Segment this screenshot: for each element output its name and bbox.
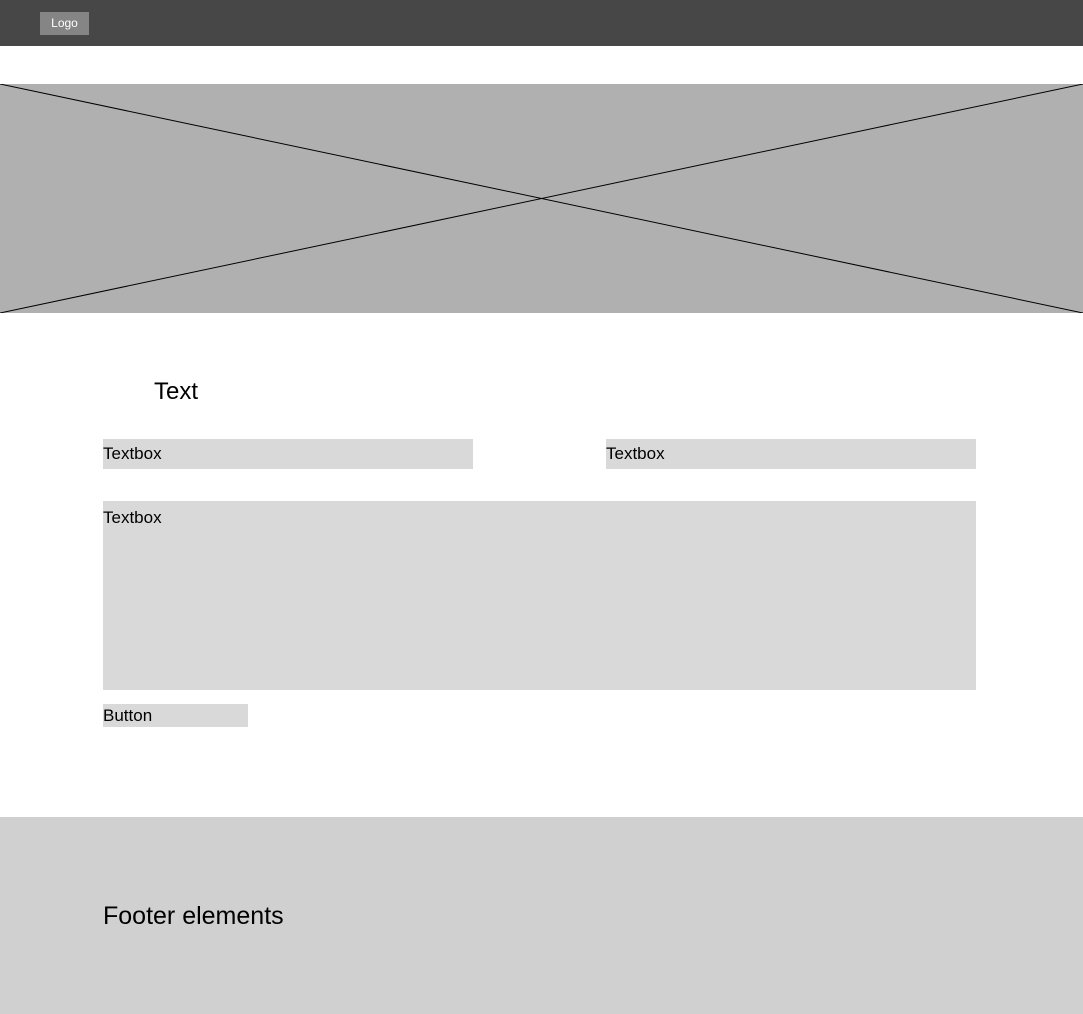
footer-text: Footer elements xyxy=(103,902,284,930)
textbox-left[interactable]: Textbox xyxy=(103,439,473,469)
hero-image-placeholder xyxy=(0,84,1083,313)
section-title: Text xyxy=(154,378,199,405)
textbox-large[interactable]: Textbox xyxy=(103,501,976,690)
logo[interactable]: Logo xyxy=(40,12,89,35)
footer: Footer elements xyxy=(0,817,1083,1014)
submit-button[interactable]: Button xyxy=(103,704,248,727)
header-bar: Logo xyxy=(0,0,1083,46)
image-placeholder-icon xyxy=(0,84,1083,313)
textbox-right[interactable]: Textbox xyxy=(606,439,976,469)
